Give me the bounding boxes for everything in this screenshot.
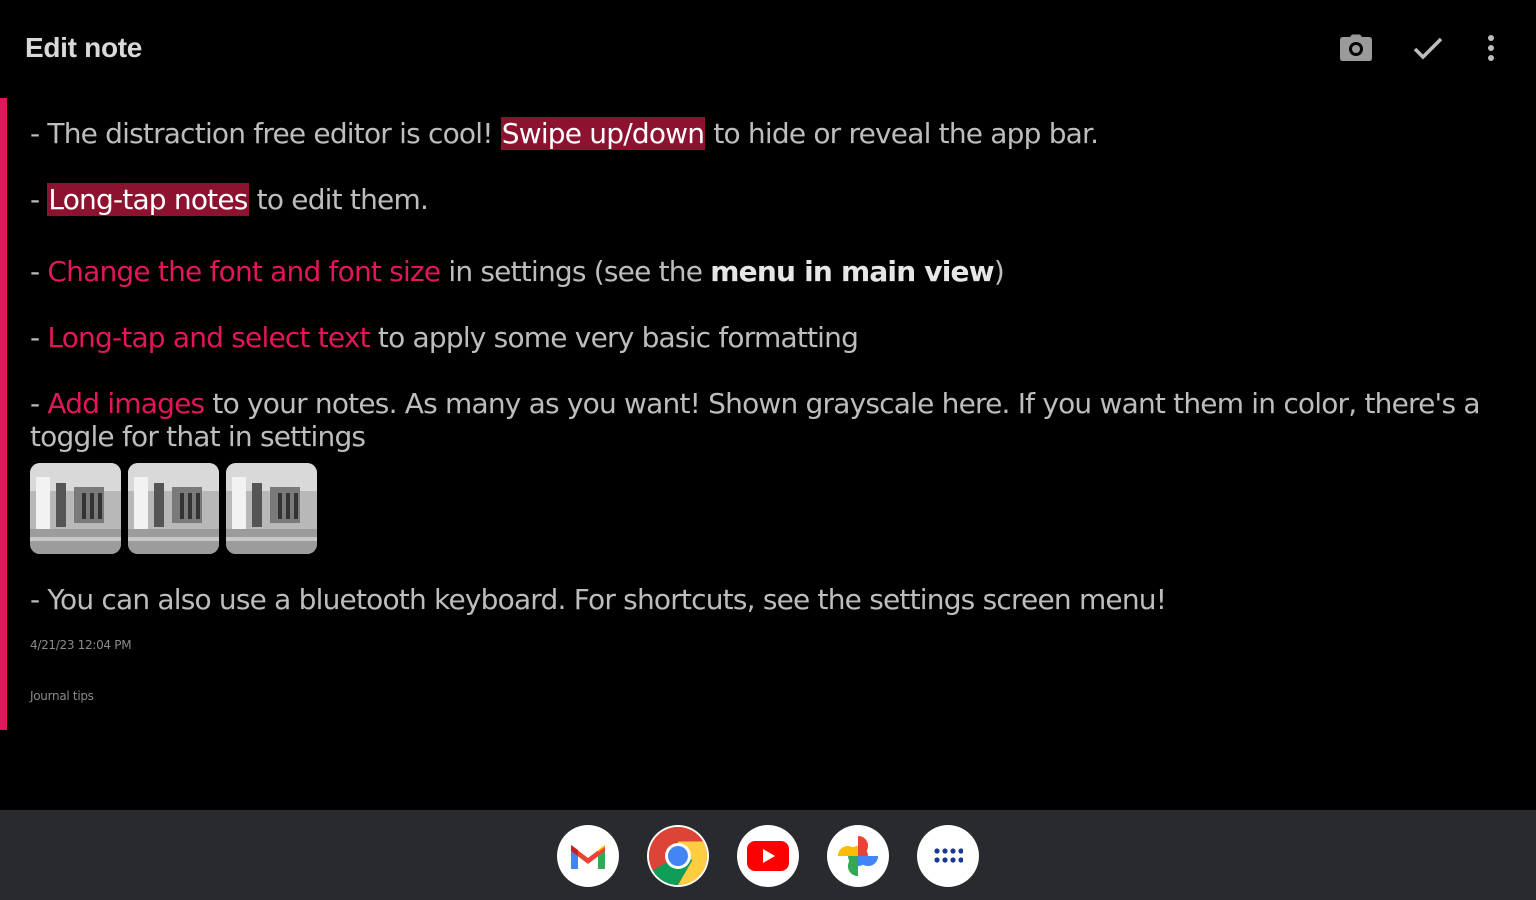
- image-thumbnail[interactable]: [30, 463, 121, 554]
- text: -: [30, 321, 48, 354]
- app-bar: Edit note: [0, 0, 1536, 100]
- bold-text: menu in main view: [710, 255, 994, 288]
- note-line-2: - Long-tap notes to edit them.: [30, 183, 429, 216]
- text: ): [993, 255, 1005, 288]
- note-editor[interactable]: - The distraction free editor is cool! S…: [30, 100, 1500, 720]
- add-image-button[interactable]: [1336, 28, 1376, 68]
- youtube-icon: [747, 841, 789, 871]
- save-button[interactable]: [1408, 28, 1448, 68]
- more-options-button[interactable]: [1471, 28, 1511, 68]
- gmail-icon: [571, 845, 605, 869]
- text: - The distraction free editor is cool!: [30, 117, 501, 150]
- text: - You can also use a bluetooth keyboard.…: [30, 583, 1167, 616]
- note-accent-bar: [0, 98, 7, 730]
- note-line-1: - The distraction free editor is cool! S…: [30, 117, 1099, 150]
- app-window: Edit note - The distraction free editor …: [0, 0, 1536, 900]
- note-line-5: - Add images to your notes. As many as y…: [30, 387, 1480, 420]
- image-thumbnails: [30, 463, 317, 554]
- chrome-app-button[interactable]: [647, 825, 709, 887]
- text: -: [30, 255, 48, 288]
- text: to apply some very basic formatting: [369, 321, 859, 354]
- note-tag[interactable]: Journal tips: [30, 689, 94, 703]
- app-drawer-button[interactable]: [917, 825, 979, 887]
- text: -: [30, 387, 48, 420]
- highlighted-text: Long-tap notes: [47, 183, 249, 216]
- note-timestamp: 4/21/23 12:04 PM: [30, 638, 132, 652]
- accent-text: Change the font and font size: [47, 255, 441, 288]
- text: toggle for that in settings: [30, 420, 366, 453]
- note-line-5-continued: toggle for that in settings: [30, 420, 366, 453]
- gmail-app-button[interactable]: [557, 825, 619, 887]
- text: to hide or reveal the app bar.: [705, 117, 1099, 150]
- more-vert-icon: [1488, 35, 1494, 61]
- accent-text: Add images: [47, 387, 205, 420]
- highlighted-text: Swipe up/down: [500, 117, 706, 150]
- page-title: Edit note: [25, 32, 143, 63]
- note-line-6: - You can also use a bluetooth keyboard.…: [30, 583, 1167, 616]
- accent-text: Long-tap and select text: [47, 321, 370, 354]
- chrome-icon: [649, 827, 707, 885]
- app-drawer-icon: [934, 848, 963, 863]
- text: in settings (see the: [440, 255, 711, 288]
- image-thumbnail[interactable]: [226, 463, 317, 554]
- youtube-app-button[interactable]: [737, 825, 799, 887]
- note-line-4: - Long-tap and select text to apply some…: [30, 321, 859, 354]
- note-line-3: - Change the font and font size in setti…: [30, 255, 1005, 288]
- image-thumbnail[interactable]: [128, 463, 219, 554]
- taskbar: [0, 810, 1536, 900]
- text: to your notes. As many as you want! Show…: [204, 387, 1480, 420]
- photos-app-button[interactable]: [827, 825, 889, 887]
- check-icon: [1413, 37, 1443, 60]
- camera-icon: [1340, 34, 1372, 61]
- text: to edit them.: [248, 183, 429, 216]
- photos-icon: [838, 836, 878, 876]
- text: -: [30, 183, 48, 216]
